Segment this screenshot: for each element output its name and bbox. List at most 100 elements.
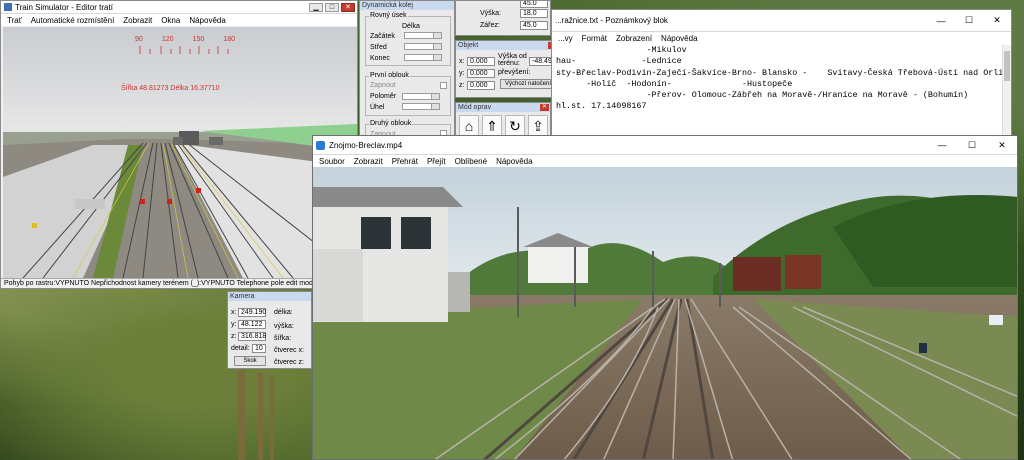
menu-view[interactable]: Zobrazit <box>354 157 383 166</box>
house-tool-icon[interactable]: ⌂ <box>459 115 479 137</box>
viewport-scene <box>3 27 357 278</box>
camera-z-field[interactable]: 316.818 <box>238 332 266 341</box>
text-line: hau- -Lednice <box>556 56 682 67</box>
radius-input[interactable] <box>402 93 440 100</box>
break-field[interactable]: 45.0 <box>520 21 548 30</box>
wallpaper-trunk <box>238 370 245 460</box>
menu-view[interactable]: Zobrazit <box>123 16 152 25</box>
x-field[interactable]: 0.000 <box>467 57 495 66</box>
video-window-title: Znojmo-Breclav.mp4 <box>329 140 403 150</box>
menu-favorites[interactable]: Oblíbené <box>455 157 487 166</box>
angle-mark: 150 <box>192 36 205 43</box>
y-label: y: <box>459 70 465 77</box>
menu-help[interactable]: Nápověda <box>661 34 697 43</box>
text-line: -Přerov- Olomouc-Zábřeh na Moravě-/Hrani… <box>556 90 969 101</box>
jump-button[interactable]: Skok <box>234 356 266 366</box>
menu-goto[interactable]: Přejít <box>427 157 446 166</box>
angle-mark: 90 <box>135 36 143 43</box>
dynamic-track-panel[interactable]: Dynamická kolej Rovný úsek Délka Začátek… <box>359 0 455 152</box>
height-field[interactable]: 18.0 <box>520 9 548 18</box>
menu-help[interactable]: Nápověda <box>496 157 532 166</box>
menu-format[interactable]: Formát <box>582 34 607 43</box>
camera-panel[interactable]: Kamera x: 249.190 y: 48.122 z: 316.818 d… <box>227 291 312 369</box>
angle-input[interactable] <box>402 103 440 110</box>
close-button[interactable]: ✕ <box>341 2 355 12</box>
radius-label: Poloměr <box>370 93 397 100</box>
menu-play[interactable]: Přehrát <box>392 157 418 166</box>
end-length-input[interactable] <box>404 54 442 61</box>
notepad-titlebar[interactable]: ...ražnice.txt - Poznámkový blok — ☐ ✕ <box>552 10 1011 32</box>
wallpaper-trunk <box>270 375 274 460</box>
param-field[interactable]: 45.0 <box>520 1 548 8</box>
width-label: šířka: <box>274 335 292 342</box>
menu-view-partial[interactable]: ...vy <box>558 34 573 43</box>
square-x-label: čtverec x: <box>274 347 304 354</box>
menu-auto[interactable]: Automatické rozmístění <box>31 16 115 25</box>
y-field[interactable]: 0.000 <box>467 69 495 78</box>
menu-trat[interactable]: Trať <box>7 16 22 25</box>
angle-mark: 180 <box>223 36 235 43</box>
wallpaper-trunk <box>258 372 263 460</box>
scrollbar-thumb[interactable] <box>1004 51 1010 81</box>
minimize-button[interactable]: — <box>927 140 957 151</box>
angle-label: Úhel <box>370 104 385 111</box>
notepad-window[interactable]: ...ražnice.txt - Poznámkový blok — ☐ ✕ .… <box>551 9 1012 141</box>
square-z-label: čtverec z: <box>274 359 304 366</box>
video-titlebar[interactable]: Znojmo-Breclav.mp4 — ☐ ✕ <box>313 136 1017 155</box>
menu-windows[interactable]: Okna <box>161 16 180 25</box>
object-panel[interactable]: Objekt ✕ x: 0.000 y: 0.000 z: 0.000 Výšk… <box>455 40 559 98</box>
middle-label: Střed <box>370 44 387 51</box>
menu-file[interactable]: Soubor <box>319 157 345 166</box>
z-label: z: <box>459 82 465 89</box>
upload-tool-icon[interactable]: ⇪ <box>528 115 548 137</box>
middle-length-input[interactable] <box>404 43 442 50</box>
rotate-tool-icon[interactable]: ↻ <box>505 115 525 137</box>
close-button[interactable]: ✕ <box>987 140 1017 151</box>
compass-scale: 90 120 150 180 <box>135 36 235 43</box>
video-frame[interactable] <box>313 167 1017 459</box>
object-panel-title: Objekt <box>456 41 558 50</box>
3d-viewport[interactable]: 90 120 150 180 Šířka 48.81273 Délka 16.3… <box>3 27 357 278</box>
start-length-input[interactable] <box>404 32 442 39</box>
detail-field[interactable]: 10 <box>252 344 266 353</box>
ts-window-title: Train Simulator - Editor tratí <box>15 2 113 12</box>
close-button[interactable]: ✕ <box>983 15 1011 26</box>
track-params-panel[interactable]: 45.0 Výška: 18.0 Zářez: 45.0 <box>455 0 551 36</box>
lift-up-tool-icon[interactable]: ⇑ <box>482 115 502 137</box>
notepad-scrollbar[interactable] <box>1002 45 1011 140</box>
overhang-label: převýšení: <box>498 69 531 76</box>
text-line: sty-Břeclav-Podivín-Zaječí-Šakvice-Brno-… <box>556 67 1004 78</box>
reset-rotation-button[interactable]: Výchozí natočení <box>500 79 556 89</box>
length-col-label: Délka <box>402 23 420 30</box>
detail-label: detail: <box>231 345 250 352</box>
train-simulator-window[interactable]: Train Simulator - Editor tratí ▁ □ ✕ Tra… <box>0 0 358 289</box>
minimize-button[interactable]: — <box>927 15 955 26</box>
terrain-height-label: Výška od terénu: <box>498 53 527 67</box>
end-label: Konec <box>370 55 390 62</box>
angle-mark: 120 <box>161 36 174 43</box>
repair-mode-title: Mód oprav <box>456 103 550 112</box>
enable-first-arc-checkbox[interactable] <box>440 82 447 89</box>
maximize-button[interactable]: ☐ <box>955 15 983 26</box>
maximize-button[interactable]: □ <box>325 2 339 12</box>
height-label: výška: <box>274 323 294 330</box>
group-label: První oblouk <box>369 72 410 79</box>
app-icon <box>4 3 12 11</box>
minimize-button[interactable]: ▁ <box>309 2 323 12</box>
maximize-button[interactable]: ☐ <box>957 140 987 151</box>
height-label: Výška: <box>480 10 502 17</box>
ts-statusbar: Pohyb po rastru:VYPNUTO Nepřichodnost ka… <box>1 278 357 288</box>
break-label: Zářez: <box>480 22 500 29</box>
z-field[interactable]: 0.000 <box>467 81 495 90</box>
text-line: -Mikulov <box>556 45 687 55</box>
menu-help[interactable]: Nápověda <box>189 16 225 25</box>
close-button[interactable]: ✕ <box>540 104 549 111</box>
camera-x-field[interactable]: 249.190 <box>238 308 266 317</box>
text-line: -Holíč -Hodonín- -Hustopeče <box>556 78 793 89</box>
menu-view[interactable]: Zobrazení <box>616 34 652 43</box>
ts-titlebar[interactable]: Train Simulator - Editor tratí ▁ □ ✕ <box>1 1 357 14</box>
video-player-window[interactable]: Znojmo-Breclav.mp4 — ☐ ✕ Soubor Zobrazit… <box>312 135 1018 460</box>
camera-y-field[interactable]: 48.122 <box>238 320 266 329</box>
notepad-text-area[interactable]: -Mikulov hau- -Lednice sty-Břeclav-Podivín… <box>552 45 1004 140</box>
ts-menubar: Trať Automatické rozmístění Zobrazit Okn… <box>1 14 357 26</box>
